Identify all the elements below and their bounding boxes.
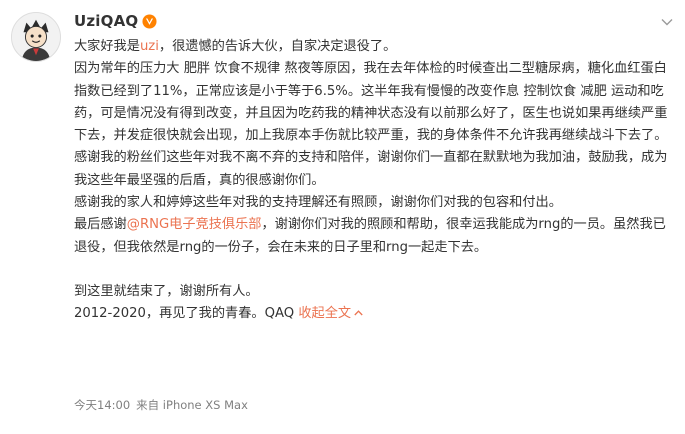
farewell-text: 2012-2020，再见了我的青春。QAQ <box>74 306 295 322</box>
rng-text-start: 最后感谢 <box>74 217 127 233</box>
username[interactable]: UziQAQ <box>74 12 138 30</box>
post-paragraph-farewell: 2012-2020，再见了我的青春。QAQ 收起全文 <box>74 303 674 325</box>
post-paragraph-end: 到这里就结束了，谢谢所有人。 <box>74 283 259 299</box>
avatar[interactable] <box>11 12 61 62</box>
post-paragraph-rng: 最后感谢@RNG电子竞技俱乐部，谢谢你们对我的照顾和帮助，很幸运我能成为rng的… <box>74 214 674 259</box>
v-verified-badge-icon <box>142 13 157 29</box>
uzi-topic-link[interactable]: uzi <box>140 39 159 54</box>
rng-mention-link[interactable]: @RNG电子竞技俱乐部 <box>127 217 262 232</box>
post-paragraph-family: 感谢我的家人和婷婷这些年对我的支持理解还有照顾，谢谢你们对我的包容和付出。 <box>74 195 562 211</box>
announcement-text-start: 大家好我是 <box>74 39 140 54</box>
caret-up-icon <box>354 310 363 316</box>
collapse-full-text-button[interactable]: 收起全文 <box>298 306 363 321</box>
username-row: UziQAQ <box>74 10 157 32</box>
collapse-label: 收起全文 <box>298 306 352 322</box>
post-paragraph-health: 因为常年的压力大 肥胖 饮食不规律 熬夜等原因，我在去年体检的时候查出二型糖尿病… <box>74 61 668 144</box>
post-paragraph-fans: 感谢我的粉丝们这些年对我不离不弃的支持和陪伴，谢谢你们一直都在默默地为我加油，鼓… <box>74 150 668 188</box>
post-timestamp[interactable]: 今天14:00 <box>74 398 130 412</box>
post-paragraph-announcement: 大家好我是uzi，很遗憾的告诉大伙，自家决定退役了。 <box>74 36 674 58</box>
announcement-text-end: ，很遗憾的告诉大伙，自家决定退役了。 <box>158 39 397 54</box>
post-content: 大家好我是uzi，很遗憾的告诉大伙，自家决定退役了。 因为常年的压力大 肥胖 饮… <box>74 36 674 326</box>
post-meta: 今天14:00 来自 iPhone XS Max <box>74 396 248 414</box>
post-source: 来自 iPhone XS Max <box>136 398 248 412</box>
avatar-image <box>12 13 60 61</box>
post-menu-chevron-down-icon[interactable] <box>659 14 675 30</box>
weibo-post-card: UziQAQ 大家好我是uzi，很遗憾的告诉大伙，自家决定退役了。 因为常年的压… <box>0 0 685 434</box>
